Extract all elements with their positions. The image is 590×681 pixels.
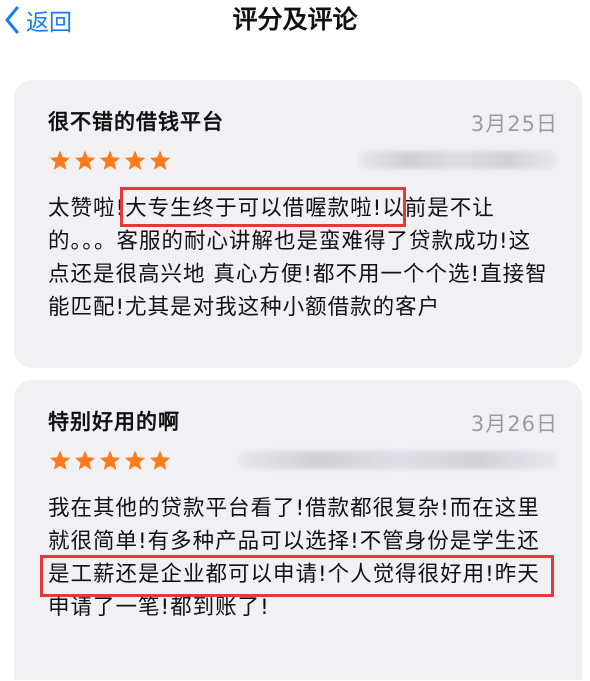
star-icon xyxy=(99,450,121,470)
star-rating xyxy=(48,149,173,172)
star-icon xyxy=(74,150,96,170)
star-rating xyxy=(48,449,173,472)
review-card[interactable]: 特别好用的啊 3月26日 我在其他的贷款平台看了!借款都很复杂!而在这里就很简单… xyxy=(14,380,582,680)
review-title: 特别好用的啊 xyxy=(48,410,180,434)
star-icon xyxy=(124,150,146,170)
review-title: 很不错的借钱平台 xyxy=(48,110,224,134)
reviewer-name-blurred xyxy=(238,451,558,469)
review-card[interactable]: 很不错的借钱平台 3月25日 太赞啦!大专生终于可以借喔款啦!以前是不让的。。。… xyxy=(14,80,582,368)
review-body: 太赞啦!大专生终于可以借喔款啦!以前是不让的。。。客服的耐心讲解也是蛮难得了贷款… xyxy=(48,196,548,320)
star-icon xyxy=(124,450,146,470)
star-icon xyxy=(49,150,71,170)
page-title: 评分及评论 xyxy=(232,5,358,34)
star-icon xyxy=(49,450,71,470)
reviewer-name-blurred xyxy=(358,151,558,169)
star-icon xyxy=(149,450,171,470)
navigation-bar: 返回 评分及评论 xyxy=(0,0,590,44)
star-icon xyxy=(149,150,171,170)
review-date: 3月25日 xyxy=(470,112,558,136)
star-icon xyxy=(74,450,96,470)
review-date: 3月26日 xyxy=(470,412,558,436)
star-icon xyxy=(99,150,121,170)
review-body: 我在其他的贷款平台看了!借款都很复杂!而在这里就很简单!有多种产品可以选择!不管… xyxy=(48,496,540,620)
